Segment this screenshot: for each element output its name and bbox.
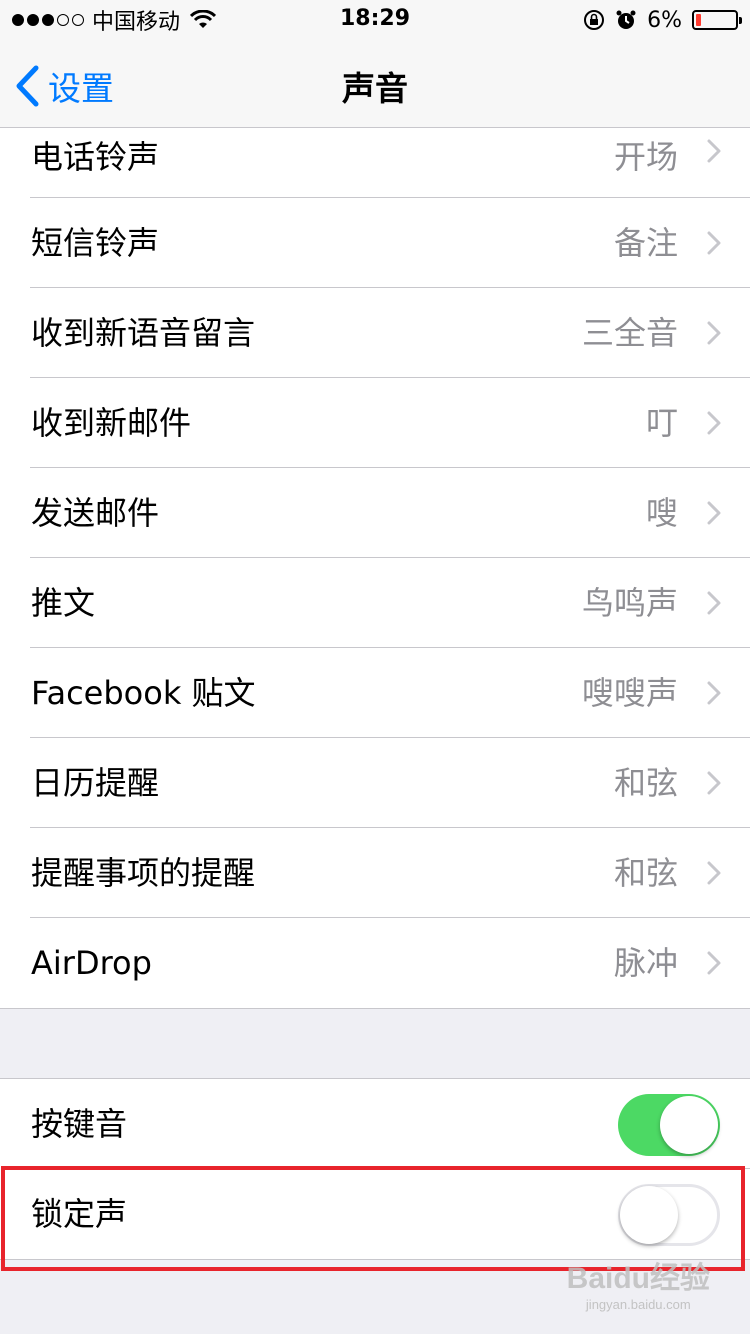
- list-item-value: 开场: [613, 138, 678, 176]
- chevron-right-icon: [707, 231, 721, 255]
- list-item-value: 叮: [645, 404, 678, 442]
- chevron-right-icon: [707, 591, 721, 615]
- list-item-value: 和弦: [613, 764, 678, 802]
- chevron-right-icon: [707, 861, 721, 885]
- navigation-bar: 设置 声音: [0, 40, 750, 128]
- toggle-switch[interactable]: [618, 1184, 720, 1246]
- list-item-label: 短信铃声: [31, 224, 160, 262]
- list-item[interactable]: 短信铃声 备注: [0, 198, 750, 288]
- list-item-label: 发送邮件: [31, 494, 160, 532]
- list-item-label: 收到新语音留言: [31, 314, 256, 352]
- toggle-label: 锁定声: [31, 1195, 128, 1233]
- watermark-brand: Baidu经验: [566, 1262, 710, 1295]
- toggle-row: 按键音: [0, 1079, 750, 1169]
- toggle-switch[interactable]: [618, 1094, 720, 1156]
- list-item-label: 推文: [31, 584, 96, 622]
- watermark-site: jingyan.baidu.com: [585, 1297, 691, 1312]
- list-item-label: 电话铃声: [31, 138, 160, 176]
- status-bar: 中国移动 18:29 6%: [0, 0, 750, 40]
- sounds-list: 电话铃声 开场短信铃声 备注收到新语音留言 三全音收到新邮件 叮发送邮件 嗖推文 鸟鸣声 Fa…: [0, 128, 750, 1009]
- battery-level-fill: [696, 14, 701, 26]
- list-item-value: 鸟鸣声: [581, 584, 678, 622]
- list-item-label: Facebook 贴文: [31, 674, 256, 712]
- toggle-label: 按键音: [31, 1105, 128, 1143]
- chevron-right-icon: [707, 501, 721, 525]
- list-item-value: 嗖: [645, 494, 678, 532]
- list-item-label: 收到新邮件: [31, 404, 192, 442]
- watermark: Baidu经验 jingyan.baidu.com: [567, 1253, 710, 1312]
- toggle-knob: [660, 1096, 718, 1154]
- list-item[interactable]: AirDrop 脉冲: [0, 918, 750, 1008]
- list-item-value: 和弦: [613, 854, 678, 892]
- chevron-right-icon: [707, 771, 721, 795]
- alarm-icon: [616, 10, 636, 29]
- list-item[interactable]: 发送邮件 嗖: [0, 468, 750, 558]
- chevron-right-icon: [707, 951, 721, 975]
- list-item-label: AirDrop: [31, 944, 152, 982]
- orientation-lock-icon: [584, 10, 605, 30]
- chevron-right-icon: [707, 139, 721, 163]
- list-item-label: 日历提醒: [31, 764, 160, 802]
- toggle-row: 锁定声: [0, 1169, 750, 1259]
- chevron-right-icon: [707, 321, 721, 345]
- list-item[interactable]: Facebook 贴文 嗖嗖声: [0, 648, 750, 738]
- list-item[interactable]: 提醒事项的提醒 和弦: [0, 828, 750, 918]
- list-item[interactable]: 日历提醒 和弦: [0, 738, 750, 828]
- list-item[interactable]: 电话铃声 开场: [0, 128, 750, 198]
- chevron-right-icon: [707, 411, 721, 435]
- list-item-value: 三全音: [581, 314, 678, 352]
- toggle-knob: [620, 1186, 678, 1244]
- list-item-value: 备注: [613, 224, 678, 262]
- status-icons: 6%: [583, 6, 742, 34]
- page-title: 声音: [342, 69, 408, 108]
- list-item-value: 脉冲: [613, 944, 678, 982]
- list-item[interactable]: 收到新语音留言 三全音: [0, 288, 750, 378]
- battery-icon: [692, 10, 742, 30]
- list-item-label: 提醒事项的提醒: [31, 854, 256, 892]
- list-item[interactable]: 收到新邮件 叮: [0, 378, 750, 468]
- list-item[interactable]: 推文 鸟鸣声: [0, 558, 750, 648]
- toggles-list: 按键音 锁定声: [0, 1078, 750, 1260]
- list-item-value: 嗖嗖声: [581, 674, 678, 712]
- chevron-right-icon: [707, 681, 721, 705]
- battery-percent: 6%: [647, 7, 682, 33]
